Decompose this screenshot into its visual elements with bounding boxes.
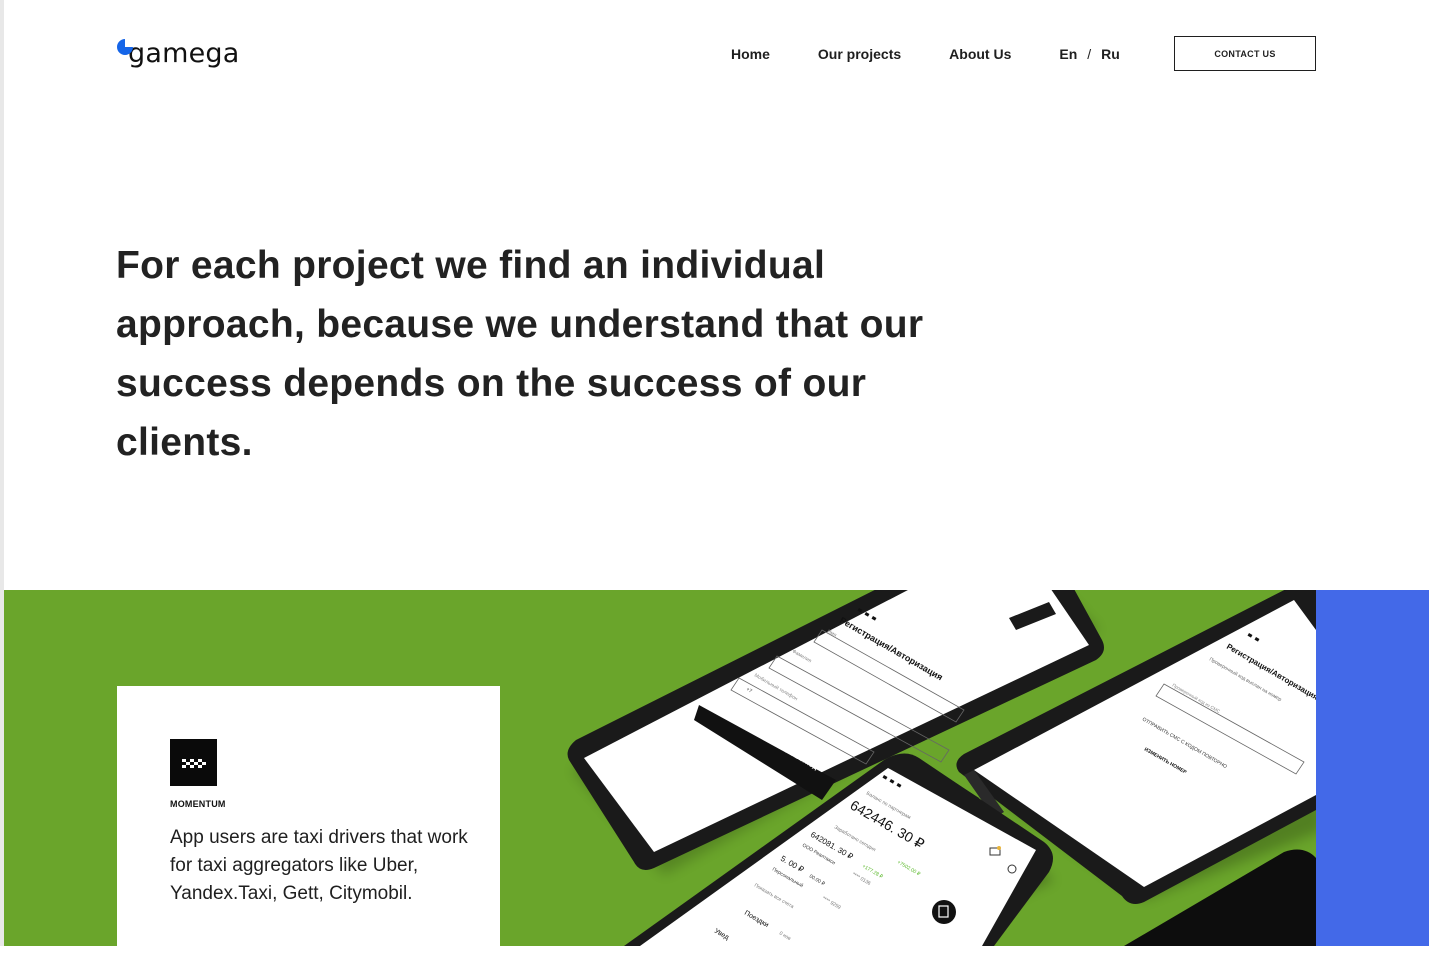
project-name: MOMENTUM bbox=[170, 799, 226, 809]
project-description: App users are taxi drivers that work for… bbox=[170, 827, 468, 904]
gamega-logo[interactable]: gamega bbox=[116, 36, 239, 70]
nav-home[interactable]: Home bbox=[731, 44, 770, 64]
main-nav: Home Our projects About Us En / Ru bbox=[731, 44, 1120, 64]
nav-our-projects[interactable]: Our projects bbox=[818, 44, 901, 64]
nav-about-us[interactable]: About Us bbox=[949, 44, 1011, 64]
next-project-panel[interactable] bbox=[1316, 590, 1429, 946]
language-switcher: En / Ru bbox=[1059, 44, 1119, 64]
lang-ru[interactable]: Ru bbox=[1101, 44, 1120, 64]
lang-separator: / bbox=[1087, 46, 1092, 62]
lang-en[interactable]: En bbox=[1059, 44, 1077, 64]
momentum-logo bbox=[170, 739, 217, 786]
project-card: MOMENTUM App users are taxi drivers that… bbox=[117, 686, 500, 956]
logo-text: gamega bbox=[128, 37, 240, 69]
checkered-flag-icon bbox=[182, 759, 206, 768]
hero-headline: For each project we find an individual a… bbox=[116, 244, 924, 464]
contact-us-button[interactable]: CONTACT US bbox=[1174, 36, 1316, 71]
logo-mark-icon bbox=[117, 39, 133, 55]
